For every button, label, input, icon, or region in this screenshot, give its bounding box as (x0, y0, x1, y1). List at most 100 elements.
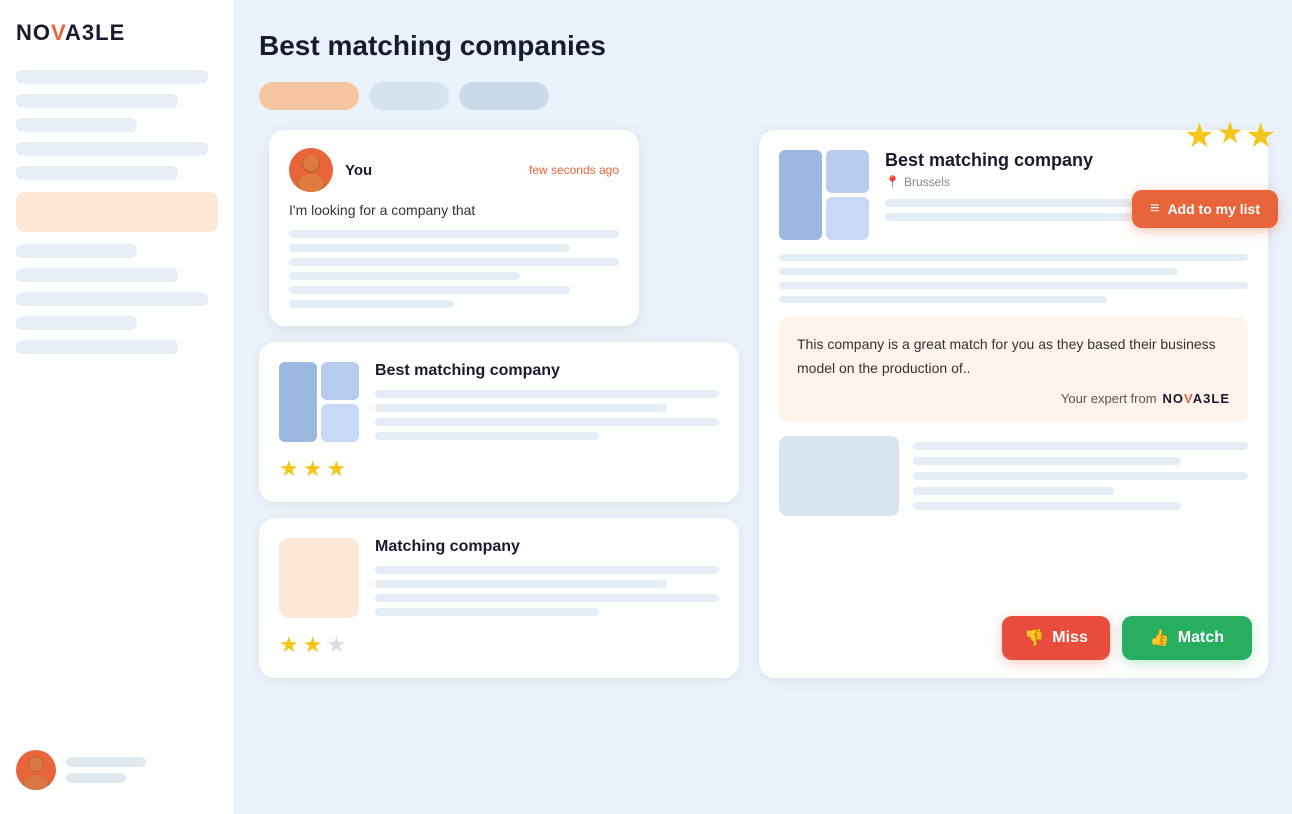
filter-bar (259, 82, 1268, 110)
bottom-image (779, 436, 899, 516)
logo: NOVA3LE (16, 20, 218, 46)
chat-line (289, 300, 454, 308)
card-company-name: Best matching company (375, 362, 719, 380)
sidebar-highlight (16, 192, 218, 232)
list-icon: ≡ (1150, 200, 1159, 218)
sep-line (779, 282, 1248, 289)
content-grid: You few seconds ago I'm looking for a co… (259, 130, 1268, 678)
star-3: ★ (326, 632, 346, 658)
bottom-section (779, 436, 1248, 516)
sidebar: NOVA3LE (0, 0, 235, 814)
card-lines (375, 390, 719, 440)
filter-pill-3[interactable] (459, 82, 549, 110)
user-name-placeholder (66, 757, 146, 767)
miss-button[interactable]: 👎 Miss (1002, 616, 1110, 660)
star-1: ★ (279, 456, 299, 482)
add-to-list-button[interactable]: ≡ Add to my list (1132, 190, 1278, 228)
card-line (375, 432, 599, 440)
card-inner: Matching company (279, 538, 719, 618)
card-line (375, 390, 719, 398)
miss-label: Miss (1052, 629, 1088, 647)
big-star-3: ★ (1246, 116, 1276, 156)
bottom-line (913, 502, 1181, 510)
best-match-card[interactable]: Best matching company ★ ★ ★ (259, 342, 739, 502)
matching-card[interactable]: Matching company ★ ★ ★ (259, 518, 739, 678)
bottom-line (913, 472, 1248, 480)
big-star-1: ★ (1184, 116, 1214, 156)
filter-pill-2[interactable] (369, 82, 449, 110)
detail-card: ★ ★ ★ ≡ Add to my list Best matching com… (759, 130, 1268, 678)
location-pin-icon: 📍 (885, 175, 900, 189)
chat-timestamp: few seconds ago (529, 163, 619, 177)
star-3: ★ (326, 456, 346, 482)
match-label: Match (1178, 629, 1224, 647)
chat-line (289, 244, 570, 252)
card-lines (375, 566, 719, 616)
match-button[interactable]: 👍 Match (1122, 616, 1252, 660)
star-2: ★ (303, 632, 323, 658)
user-info (66, 757, 146, 783)
detail-stars: ★ ★ ★ (1184, 116, 1276, 156)
card-line (375, 594, 719, 602)
sidebar-item (16, 340, 178, 354)
thumbs-up-icon: 👍 (1150, 628, 1170, 648)
separator-lines (779, 254, 1248, 303)
big-star-2: ★ (1217, 116, 1244, 156)
location-text: Brussels (904, 175, 950, 189)
sep-line (779, 268, 1178, 275)
bottom-lines (913, 436, 1248, 516)
sidebar-item (16, 118, 137, 132)
user-role-placeholder (66, 773, 126, 783)
sep-line (779, 254, 1248, 261)
sidebar-item (16, 316, 137, 330)
main-content: Best matching companies (235, 0, 1292, 814)
sidebar-item (16, 292, 208, 306)
card-info: Matching company (375, 538, 719, 618)
sidebar-item (16, 94, 178, 108)
expert-recommendation: This company is a great match for you as… (779, 317, 1248, 422)
add-to-list-label: Add to my list (1167, 201, 1260, 217)
sidebar-item (16, 70, 208, 84)
chat-header: You few seconds ago (289, 148, 619, 192)
chat-line (289, 286, 570, 294)
chat-line (289, 272, 520, 280)
bottom-line (913, 442, 1248, 450)
card-stars: ★ ★ ★ (279, 632, 719, 658)
sidebar-item (16, 244, 137, 258)
chat-line (289, 230, 619, 238)
company-logo (279, 362, 359, 442)
card-line (375, 418, 719, 426)
card-inner: Best matching company (279, 362, 719, 442)
expert-text: This company is a great match for you as… (797, 333, 1230, 381)
filter-pill-1[interactable] (259, 82, 359, 110)
expert-signature: Your expert from NOVA3LE (797, 391, 1230, 406)
user-avatar (16, 750, 56, 790)
card-line (375, 566, 719, 574)
chat-avatar (289, 148, 333, 192)
sidebar-item (16, 142, 208, 156)
thumbs-down-icon: 👎 (1024, 628, 1044, 648)
bottom-line (913, 487, 1114, 495)
left-column: You few seconds ago I'm looking for a co… (259, 130, 739, 678)
card-info: Best matching company (375, 362, 719, 442)
matching-company-logo (279, 538, 359, 618)
sidebar-item (16, 268, 178, 282)
chat-bubble: You few seconds ago I'm looking for a co… (269, 130, 639, 326)
expert-from-text: Your expert from (1061, 391, 1157, 406)
sep-line (779, 296, 1107, 303)
star-2: ★ (303, 456, 323, 482)
card-line (375, 608, 599, 616)
chat-line (289, 258, 619, 266)
star-1: ★ (279, 632, 299, 658)
action-buttons: 👎 Miss 👍 Match (1002, 616, 1252, 660)
page-title: Best matching companies (259, 30, 1268, 62)
card-line (375, 404, 667, 412)
novable-logo-small: NOVA3LE (1163, 391, 1230, 406)
detail-location: 📍 Brussels (885, 175, 1248, 189)
detail-company-logo (779, 150, 869, 240)
chat-username: You (345, 162, 372, 179)
user-profile-row (16, 750, 146, 790)
card-line (375, 580, 667, 588)
chat-lines (289, 230, 619, 308)
matching-company-name: Matching company (375, 538, 719, 556)
